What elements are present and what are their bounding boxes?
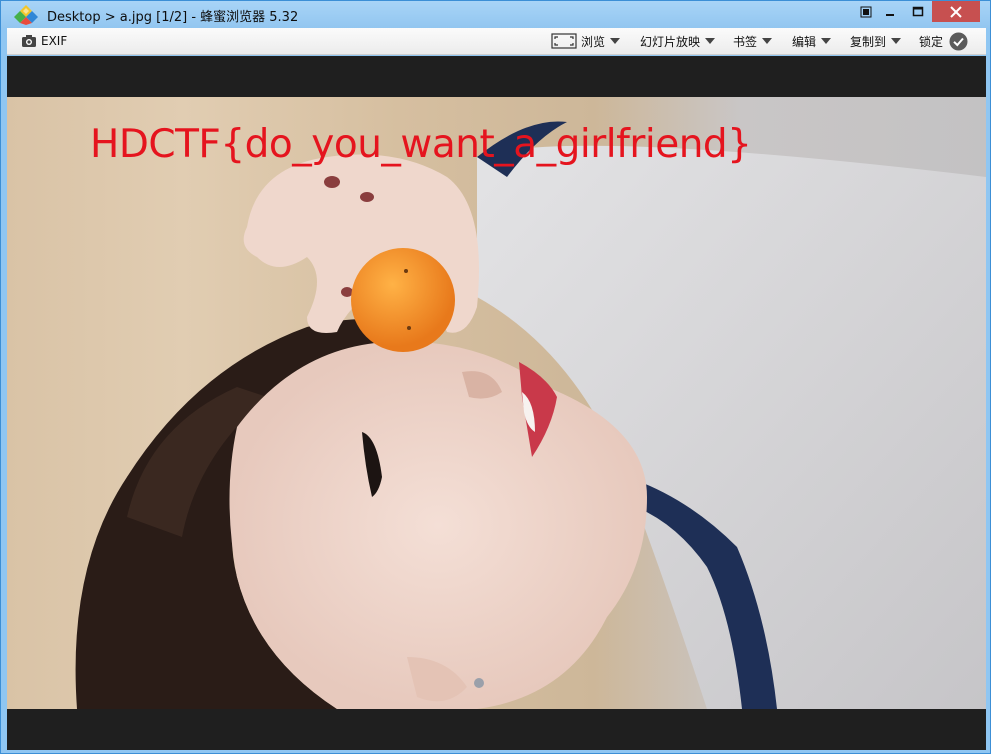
app-logo-icon (14, 5, 38, 25)
close-icon (950, 5, 962, 18)
chevron-down-icon (762, 38, 773, 44)
copy-to-menu[interactable]: 复制到 (850, 28, 902, 54)
image-viewer[interactable]: HDCTF{do_you_want_a_girlfriend} (7, 56, 986, 750)
photo-content (75, 121, 986, 709)
overlay-flag-text: HDCTF{do_you_want_a_girlfriend} (90, 122, 752, 167)
bookmark-menu[interactable]: 书签 (733, 28, 773, 54)
window-title: Desktop > a.jpg [1/2] - 蜂蜜浏览器 5.32 (47, 10, 299, 25)
app-window: Desktop > a.jpg [1/2] - 蜂蜜浏览器 5.32 EXIF … (0, 0, 991, 754)
lock-button[interactable]: 锁定 (919, 28, 968, 54)
copy-to-label: 复制到 (850, 34, 887, 49)
browse-label: 浏览 (581, 34, 606, 49)
chevron-down-icon (705, 38, 716, 44)
minimize-button[interactable] (876, 1, 904, 22)
fullscreen-frame-icon (551, 33, 577, 49)
toolbar: EXIF 浏览 幻灯片放映 书签 编辑 复制到 锁定 (7, 28, 986, 55)
close-button[interactable] (932, 1, 980, 22)
maximize-icon (912, 6, 924, 16)
check-circle-icon (949, 32, 968, 50)
minimize-icon (886, 13, 894, 16)
slideshow-label: 幻灯片放映 (640, 34, 701, 49)
edit-menu[interactable]: 编辑 (792, 28, 832, 54)
bookmark-label: 书签 (733, 34, 758, 49)
chevron-down-icon (821, 38, 832, 44)
chevron-down-icon (891, 38, 902, 44)
title-bar[interactable]: Desktop > a.jpg [1/2] - 蜂蜜浏览器 5.32 (1, 1, 990, 28)
exif-button[interactable]: EXIF (21, 28, 67, 54)
slideshow-menu[interactable]: 幻灯片放映 (640, 28, 716, 54)
maximize-button[interactable] (904, 1, 932, 22)
exif-label: EXIF (41, 34, 68, 48)
lock-label: 锁定 (919, 34, 944, 49)
camera-icon (22, 35, 36, 47)
fullscreen-icon (860, 6, 872, 17)
edit-label: 编辑 (792, 34, 817, 49)
displayed-photo: HDCTF{do_you_want_a_girlfriend} (7, 97, 986, 709)
chevron-down-icon (610, 38, 621, 44)
browse-menu[interactable]: 浏览 (551, 28, 621, 54)
